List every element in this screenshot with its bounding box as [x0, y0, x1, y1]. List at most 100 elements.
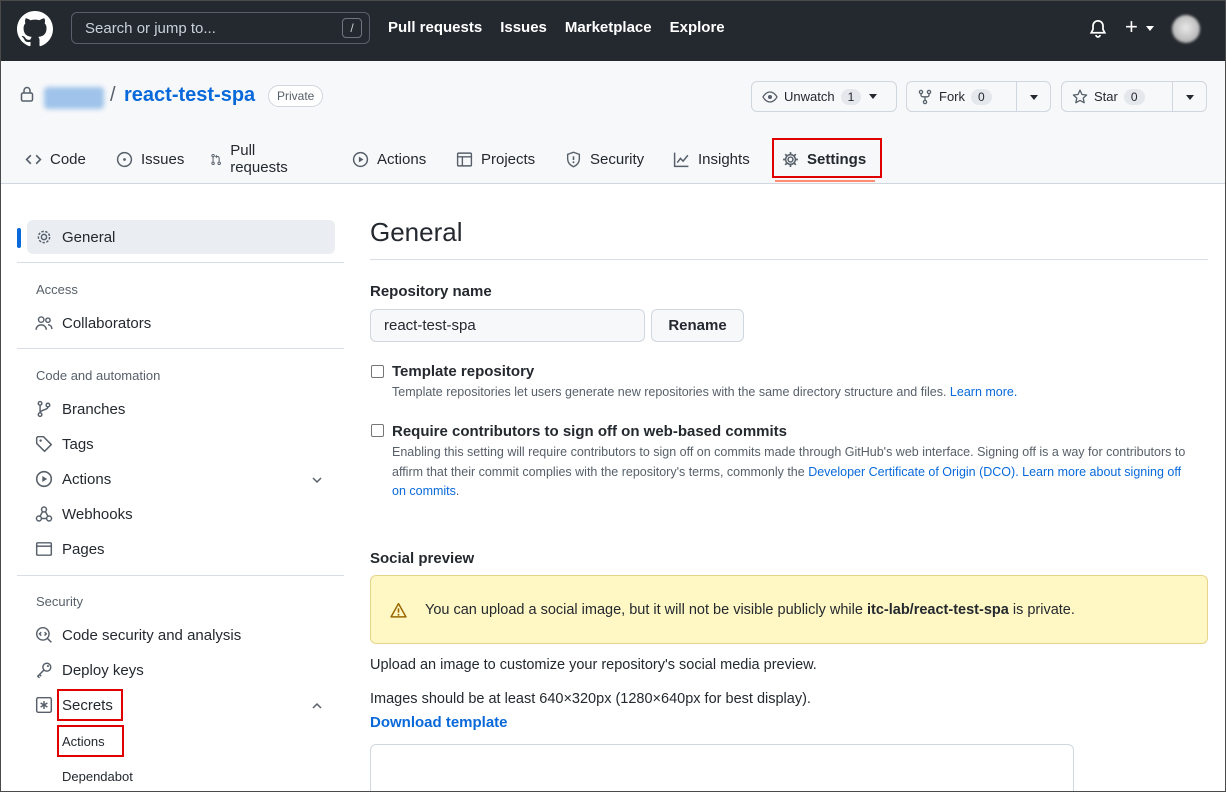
tab-pull-requests-label: Pull requests	[230, 142, 288, 176]
template-help-text: Template repositories let users generate…	[392, 385, 947, 399]
nav-explore[interactable]: Explore	[670, 19, 725, 36]
search-placeholder: Search or jump to...	[85, 20, 216, 37]
fork-button[interactable]: Fork 0	[907, 82, 1016, 111]
fork-dropdown-button[interactable]	[1016, 82, 1050, 111]
secrets-highlight	[57, 689, 123, 721]
sidebar-subitem-secrets-dependabot[interactable]: Dependabot	[62, 769, 133, 784]
people-icon	[35, 316, 53, 330]
eye-icon	[762, 90, 778, 103]
create-new-icon[interactable]: +	[1125, 15, 1138, 39]
git-branch-icon	[37, 400, 51, 418]
signoff-label: Require contributors to sign off on web-…	[392, 423, 788, 440]
repo-forked-icon	[918, 89, 932, 104]
shield-icon	[566, 151, 581, 167]
dco-link[interactable]: Developer Certificate of Origin (DCO).	[808, 465, 1018, 479]
bell-icon[interactable]	[1088, 18, 1108, 40]
star-dropdown-button[interactable]	[1172, 82, 1206, 111]
template-repository-checkbox[interactable]	[371, 365, 384, 378]
template-repository-label: Template repository	[392, 363, 535, 380]
sidebar-item-code-security[interactable]: Code security and analysis	[35, 626, 241, 644]
fork-count: 0	[971, 88, 992, 105]
sidebar-item-tags[interactable]: Tags	[35, 435, 94, 453]
search-input[interactable]: Search or jump to... /	[71, 12, 370, 44]
page-title: General	[370, 217, 463, 247]
browser-icon	[35, 542, 53, 556]
tab-pull-requests[interactable]: Pull requests	[210, 141, 293, 177]
sidebar-divider	[17, 348, 344, 349]
sidebar-heading-access: Access	[36, 282, 78, 297]
nav-pull-requests[interactable]: Pull requests	[388, 19, 482, 36]
repository-name-input[interactable]: react-test-spa	[370, 309, 645, 342]
nav-marketplace[interactable]: Marketplace	[565, 19, 652, 36]
sidebar-item-actions-label: Actions	[62, 470, 112, 488]
graph-icon	[673, 152, 689, 167]
selected-tab-underline	[775, 180, 875, 182]
repo-name-link[interactable]: react-test-spa	[124, 84, 255, 107]
sidebar-item-webhooks-label: Webhooks	[62, 505, 133, 523]
title-divider	[370, 259, 1208, 260]
tab-issues-label: Issues	[141, 150, 185, 168]
codescan-icon	[35, 626, 52, 643]
sidebar-item-general-label: General	[62, 228, 116, 246]
tab-security[interactable]: Security	[565, 141, 644, 177]
table-icon	[456, 151, 473, 167]
nav-issues[interactable]: Issues	[500, 19, 547, 36]
template-learn-more-link[interactable]: Learn more.	[950, 385, 1017, 399]
unwatch-label: Unwatch	[784, 89, 835, 104]
sidebar-selected-indicator	[17, 228, 21, 248]
flash-text-pre: You can upload a social image, but it wi…	[425, 602, 863, 618]
repo-owner-blurred[interactable]	[44, 87, 104, 109]
star-label: Star	[1094, 89, 1118, 104]
signoff-help: Enabling this setting will require contr…	[392, 445, 1186, 498]
tab-projects-label: Projects	[481, 150, 536, 168]
download-template-link[interactable]: Download template	[370, 714, 508, 731]
sidebar-item-pages[interactable]: Pages	[35, 540, 105, 558]
tab-projects[interactable]: Projects	[456, 141, 535, 177]
sidebar-heading-code-automation: Code and automation	[36, 368, 161, 383]
signoff-checkbox[interactable]	[371, 424, 384, 437]
sidebar-item-collaborators[interactable]: Collaborators	[35, 314, 151, 332]
tab-insights[interactable]: Insights	[673, 141, 750, 177]
fork-label: Fork	[939, 89, 965, 104]
tab-insights-label: Insights	[698, 150, 750, 168]
sidebar-item-pages-label: Pages	[62, 540, 105, 558]
avatar[interactable]	[1172, 15, 1200, 43]
code-icon	[25, 154, 42, 164]
tab-actions[interactable]: Actions	[352, 141, 426, 177]
alert-icon	[390, 602, 407, 618]
sidebar-item-code-security-label: Code security and analysis	[62, 626, 242, 644]
sidebar-item-webhooks[interactable]: Webhooks	[35, 505, 133, 523]
github-logo-icon[interactable]	[17, 11, 53, 47]
chevron-up-icon[interactable]	[311, 700, 323, 712]
star-button[interactable]: Star 0	[1062, 82, 1172, 111]
star-button-group: Star 0	[1061, 81, 1207, 112]
private-warning-flash: You can upload a social image, but it wi…	[370, 575, 1208, 644]
tab-code[interactable]: Code	[25, 141, 86, 177]
chevron-down-icon	[1030, 95, 1039, 100]
global-header: Search or jump to... / Pull requests Iss…	[0, 0, 1226, 61]
flash-repo-name: itc-lab/react-test-spa	[866, 602, 1009, 618]
tab-code-label: Code	[50, 150, 86, 168]
tab-security-label: Security	[590, 150, 645, 168]
tab-issues[interactable]: Issues	[116, 141, 184, 177]
unwatch-button[interactable]: Unwatch 1	[752, 82, 887, 111]
social-preview-dropzone[interactable]	[370, 744, 1074, 792]
watch-button-group: Unwatch 1	[751, 81, 897, 112]
sidebar-item-branches-label: Branches	[62, 400, 126, 418]
settings-tab-highlight	[772, 138, 882, 178]
sidebar-item-collaborators-label: Collaborators	[62, 314, 152, 332]
sidebar-divider	[17, 575, 344, 576]
flash-message: You can upload a social image, but it wi…	[425, 602, 1075, 618]
chevron-down-icon[interactable]	[1146, 26, 1154, 31]
key-icon	[36, 662, 52, 679]
gear-icon	[37, 230, 51, 244]
chevron-down-icon[interactable]	[311, 474, 323, 486]
play-icon	[35, 470, 53, 488]
sidebar-item-deploy-keys[interactable]: Deploy keys	[35, 661, 144, 679]
sidebar-item-actions[interactable]: Actions	[35, 470, 111, 488]
star-icon	[1072, 89, 1088, 103]
sidebar-item-branches[interactable]: Branches	[35, 400, 125, 418]
webhook-icon	[35, 506, 53, 522]
sidebar-item-general-content[interactable]: General	[35, 228, 115, 246]
rename-button[interactable]: Rename	[651, 309, 744, 342]
